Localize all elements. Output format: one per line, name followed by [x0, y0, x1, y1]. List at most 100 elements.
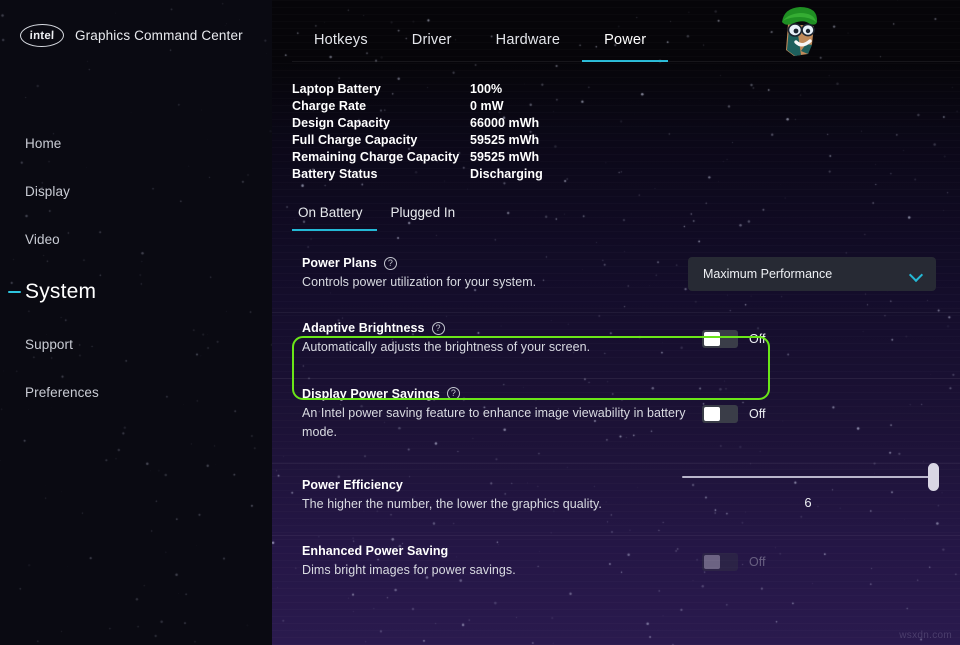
power-plan-dropdown[interactable]: Maximum Performance: [688, 257, 936, 291]
sidebar-item-preferences[interactable]: Preferences: [0, 372, 272, 413]
row-control: Off: [702, 405, 765, 423]
stat-label: Charge Rate: [292, 99, 470, 113]
sidebar-nav: Home Display Video System Support Prefer…: [0, 123, 272, 413]
display-power-savings-toggle[interactable]: [702, 405, 738, 423]
sidebar-item-home[interactable]: Home: [0, 123, 272, 164]
battery-stats-table: Laptop Battery 100% Charge Rate 0 mW Des…: [292, 82, 960, 181]
help-icon[interactable]: ?: [384, 257, 397, 270]
active-indicator-dash: [8, 291, 21, 293]
sidebar-item-label: Support: [25, 337, 73, 352]
stat-value: 100%: [470, 82, 960, 96]
row-text: Display Power Savings ? An Intel power s…: [302, 387, 702, 443]
slider-handle[interactable]: [928, 463, 939, 491]
row-title-label: Adaptive Brightness: [302, 321, 425, 335]
sidebar-item-label: Video: [25, 232, 60, 247]
tab-label: Power: [604, 32, 646, 48]
stat-label: Battery Status: [292, 167, 470, 181]
sidebar-item-system[interactable]: System: [0, 267, 272, 317]
row-description: An Intel power saving feature to enhance…: [302, 404, 702, 443]
row-title: Enhanced Power Saving: [302, 544, 702, 558]
row-control: Maximum Performance: [688, 257, 936, 291]
stat-value: 0 mW: [470, 99, 960, 113]
row-control: 6: [682, 476, 936, 478]
row-title-label: Enhanced Power Saving: [302, 544, 448, 558]
avatar[interactable]: [770, 4, 828, 59]
row-title: Power Efficiency: [302, 478, 682, 492]
row-text: Adaptive Brightness ? Automatically adju…: [302, 321, 702, 357]
row-control: Off: [702, 553, 765, 571]
row-text: Power Plans ? Controls power utilization…: [302, 256, 688, 292]
stat-value: 66000 mWh: [470, 116, 960, 130]
stat-value: 59525 mWh: [470, 150, 960, 164]
adaptive-brightness-toggle[interactable]: [702, 330, 738, 348]
subtab-plugged-in[interactable]: Plugged In: [377, 205, 470, 231]
toggle-knob: [704, 555, 720, 569]
sidebar-item-label: Display: [25, 184, 70, 199]
tab-bar: Hotkeys Driver Hardware Power: [272, 0, 960, 62]
app-title: Graphics Command Center: [75, 28, 243, 43]
stat-label: Laptop Battery: [292, 82, 470, 96]
row-adaptive-brightness: Adaptive Brightness ? Automatically adju…: [272, 312, 960, 365]
slider-value: 6: [682, 495, 934, 510]
row-title-label: Power Efficiency: [302, 478, 403, 492]
row-description: Dims bright images for power savings.: [302, 561, 702, 580]
chevron-down-icon: [910, 270, 923, 278]
tab-driver[interactable]: Driver: [390, 32, 474, 62]
stat-value: 59525 mWh: [470, 133, 960, 147]
tab-hotkeys[interactable]: Hotkeys: [292, 32, 390, 62]
stat-label: Design Capacity: [292, 116, 470, 130]
row-title: Adaptive Brightness ?: [302, 321, 702, 335]
toggle-state-label: Off: [749, 407, 765, 421]
dropdown-value: Maximum Performance: [703, 267, 832, 281]
row-title: Display Power Savings ?: [302, 387, 702, 401]
row-title-label: Display Power Savings: [302, 387, 440, 401]
power-efficiency-slider[interactable]: 6: [682, 476, 934, 478]
row-enhanced-power-saving: Enhanced Power Saving Dims bright images…: [272, 535, 960, 588]
toggle-state-label: Off: [749, 332, 765, 346]
sidebar-item-label: System: [25, 280, 96, 304]
row-title-label: Power Plans: [302, 256, 377, 270]
row-control: Off: [702, 330, 765, 348]
watermark: wsxdn.com: [899, 630, 952, 641]
toggle-knob: [704, 407, 720, 421]
row-power-plans: Power Plans ? Controls power utilization…: [272, 248, 960, 300]
sidebar: intel Graphics Command Center Home Displ…: [0, 0, 272, 645]
sidebar-item-display[interactable]: Display: [0, 171, 272, 212]
toggle-knob: [704, 332, 720, 346]
slider-track: [682, 476, 934, 478]
sidebar-item-label: Home: [25, 136, 61, 151]
row-display-power-savings: Display Power Savings ? An Intel power s…: [272, 378, 960, 451]
tab-label: Driver: [412, 32, 452, 48]
tab-label: Hotkeys: [314, 32, 368, 48]
avatar-image: [770, 4, 828, 59]
intel-logo: intel: [20, 24, 65, 47]
sidebar-item-support[interactable]: Support: [0, 324, 272, 365]
stat-label: Full Charge Capacity: [292, 133, 470, 147]
brand: intel Graphics Command Center: [0, 0, 272, 47]
row-text: Power Efficiency The higher the number, …: [302, 476, 682, 514]
row-description: Controls power utilization for your syst…: [302, 273, 688, 292]
row-description: Automatically adjusts the brightness of …: [302, 338, 702, 357]
row-power-efficiency: Power Efficiency The higher the number, …: [272, 463, 960, 525]
stat-label: Remaining Charge Capacity: [292, 150, 470, 164]
sidebar-item-video[interactable]: Video: [0, 219, 272, 260]
subtab-on-battery[interactable]: On Battery: [292, 205, 377, 231]
main-panel: Hotkeys Driver Hardware Power: [272, 0, 960, 645]
settings-list: Power Plans ? Controls power utilization…: [272, 248, 960, 588]
help-icon[interactable]: ?: [447, 387, 460, 400]
sidebar-item-label: Preferences: [25, 385, 99, 400]
row-text: Enhanced Power Saving Dims bright images…: [302, 544, 702, 580]
enhanced-power-saving-toggle[interactable]: [702, 553, 738, 571]
row-description: The higher the number, the lower the gra…: [302, 495, 682, 514]
tab-bar-divider: [292, 61, 960, 62]
subtab-label: Plugged In: [391, 205, 456, 220]
tab-power[interactable]: Power: [582, 32, 668, 62]
toggle-state-label: Off: [749, 555, 765, 569]
row-title: Power Plans ?: [302, 256, 688, 270]
tab-hardware[interactable]: Hardware: [474, 32, 582, 62]
tab-label: Hardware: [496, 32, 560, 48]
sub-tab-bar: On Battery Plugged In: [292, 205, 772, 231]
subtab-label: On Battery: [298, 205, 363, 220]
stat-value: Discharging: [470, 167, 960, 181]
help-icon[interactable]: ?: [432, 322, 445, 335]
